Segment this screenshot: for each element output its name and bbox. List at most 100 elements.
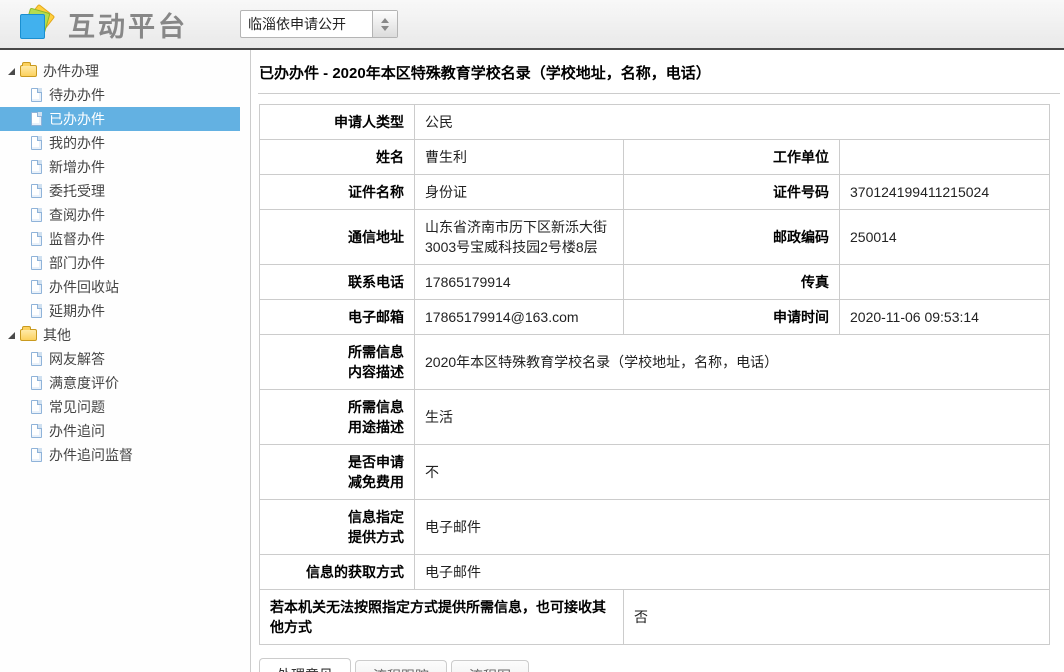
sidebar-item-label: 常见问题	[49, 397, 105, 417]
field-value: 不	[415, 445, 1050, 500]
table-row: 是否申请 减免费用 不	[260, 445, 1050, 500]
app-title: 互动平台	[68, 5, 188, 44]
tab-liuchengtu[interactable]: 流程图	[451, 660, 529, 672]
field-label: 申请时间	[624, 300, 840, 335]
table-row: 信息的获取方式 电子邮件	[260, 555, 1050, 590]
sidebar-item-label: 已办办件	[49, 109, 105, 129]
sidebar-item-label: 部门办件	[49, 253, 105, 273]
document-icon	[31, 280, 42, 294]
sidebar-item-label: 监督办件	[49, 229, 105, 249]
sidebar-item-changjian[interactable]: 常见问题	[0, 395, 240, 419]
folder-icon	[20, 65, 37, 77]
field-label: 所需信息 内容描述	[260, 335, 415, 390]
sidebar-item-label: 办件追问	[49, 421, 105, 441]
table-row: 若本机关无法按照指定方式提供所需信息，也可接收其他方式 否	[260, 590, 1050, 645]
sidebar-folder-qita[interactable]: 其他	[0, 323, 240, 347]
document-icon	[31, 184, 42, 198]
sidebar-item-label: 待办办件	[49, 85, 105, 105]
tree-expanded-arrow-icon[interactable]	[8, 332, 15, 339]
sidebar-item-label: 办件追问监督	[49, 445, 133, 465]
field-label: 所需信息 用途描述	[260, 390, 415, 445]
sidebar-item-daiban[interactable]: 待办办件	[0, 83, 240, 107]
folder-icon	[20, 329, 37, 341]
field-label: 信息指定 提供方式	[260, 500, 415, 555]
sidebar-folder-banjian-banli[interactable]: 办件办理	[0, 59, 240, 83]
document-icon	[31, 256, 42, 270]
document-icon	[31, 424, 42, 438]
field-value: 370124199411215024	[840, 175, 1050, 210]
sidebar-item-wode[interactable]: 我的办件	[0, 131, 240, 155]
tab-chuli-yijian[interactable]: 处理意见	[259, 658, 351, 672]
field-value: 2020年本区特殊教育学校名录（学校地址，名称，电话）	[415, 335, 1050, 390]
page-title: 已办办件 - 2020年本区特殊教育学校名录（学校地址，名称，电话）	[251, 50, 1064, 83]
sidebar-item-zhuiwen[interactable]: 办件追问	[0, 419, 240, 443]
document-icon	[31, 160, 42, 174]
sidebar-item-weituo[interactable]: 委托受理	[0, 179, 240, 203]
field-value: 公民	[415, 105, 1050, 140]
table-row: 所需信息 内容描述 2020年本区特殊教育学校名录（学校地址，名称，电话）	[260, 335, 1050, 390]
field-value: 生活	[415, 390, 1050, 445]
field-value: 山东省济南市历下区新泺大街3003号宝威科技园2号楼8层	[415, 210, 624, 265]
sidebar-item-label: 新增办件	[49, 157, 105, 177]
sidebar-folder-label: 办件办理	[43, 61, 99, 81]
chevron-up-icon	[381, 18, 389, 23]
sidebar-item-jiandu[interactable]: 监督办件	[0, 227, 240, 251]
sidebar-item-zhuiwen-jiandu[interactable]: 办件追问监督	[0, 443, 240, 467]
sidebar-item-xinzeng[interactable]: 新增办件	[0, 155, 240, 179]
field-label: 证件名称	[260, 175, 415, 210]
document-icon	[31, 112, 42, 126]
table-row: 所需信息 用途描述 生活	[260, 390, 1050, 445]
table-row: 信息指定 提供方式 电子邮件	[260, 500, 1050, 555]
sidebar-item-yanqi[interactable]: 延期办件	[0, 299, 240, 323]
sidebar-item-label: 延期办件	[49, 301, 105, 321]
sidebar-item-label: 满意度评价	[49, 373, 119, 393]
sidebar-item-wangyou[interactable]: 网友解答	[0, 347, 240, 371]
dropdown-spinner-icon[interactable]	[372, 11, 397, 37]
field-label: 工作单位	[624, 140, 840, 175]
logo-blue-square	[20, 14, 45, 39]
app-logo-icon	[18, 6, 56, 42]
chevron-down-icon	[381, 26, 389, 31]
sidebar-item-chayue[interactable]: 查阅办件	[0, 203, 240, 227]
field-label: 姓名	[260, 140, 415, 175]
field-value: 17865179914	[415, 265, 624, 300]
table-row: 通信地址 山东省济南市历下区新泺大街3003号宝威科技园2号楼8层 邮政编码 2…	[260, 210, 1050, 265]
field-value: 17865179914@163.com	[415, 300, 624, 335]
sidebar-item-bumen[interactable]: 部门办件	[0, 251, 240, 275]
tree-expanded-arrow-icon[interactable]	[8, 68, 15, 75]
table-row: 电子邮箱 17865179914@163.com 申请时间 2020-11-06…	[260, 300, 1050, 335]
document-icon	[31, 448, 42, 462]
app-header: 互动平台 临淄依申请公开	[0, 0, 1064, 50]
field-label: 若本机关无法按照指定方式提供所需信息，也可接收其他方式	[260, 590, 624, 645]
tab-liucheng-genzong[interactable]: 流程跟踪	[355, 660, 447, 672]
sidebar-item-label: 我的办件	[49, 133, 105, 153]
field-value: 电子邮件	[415, 500, 1050, 555]
field-label: 通信地址	[260, 210, 415, 265]
document-icon	[31, 136, 42, 150]
field-label: 邮政编码	[624, 210, 840, 265]
sidebar-item-huishouzhan[interactable]: 办件回收站	[0, 275, 240, 299]
sidebar-item-manyidu[interactable]: 满意度评价	[0, 371, 240, 395]
field-label: 电子邮箱	[260, 300, 415, 335]
document-icon	[31, 352, 42, 366]
document-icon	[31, 304, 42, 318]
sidebar-item-yiban[interactable]: 已办办件	[0, 107, 240, 131]
sidebar-tree: 办件办理 待办办件 已办办件 我的办件 新增办件 委托受理 查阅办件 监督办件	[0, 50, 251, 672]
field-label: 是否申请 减免费用	[260, 445, 415, 500]
field-label: 证件号码	[624, 175, 840, 210]
document-icon	[31, 400, 42, 414]
sidebar-item-label: 网友解答	[49, 349, 105, 369]
field-label: 联系电话	[260, 265, 415, 300]
field-label: 传真	[624, 265, 840, 300]
document-icon	[31, 88, 42, 102]
field-value: 否	[624, 590, 1050, 645]
field-label: 信息的获取方式	[260, 555, 415, 590]
sidebar-item-label: 办件回收站	[49, 277, 119, 297]
field-value: 电子邮件	[415, 555, 1050, 590]
field-value: 曹生利	[415, 140, 624, 175]
table-row: 联系电话 17865179914 传真	[260, 265, 1050, 300]
field-value: 2020-11-06 09:53:14	[840, 300, 1050, 335]
application-detail-table: 申请人类型 公民 姓名 曹生利 工作单位 证件名称 身份证 证件号码 37012…	[259, 104, 1050, 645]
site-select-dropdown[interactable]: 临淄依申请公开	[240, 10, 398, 38]
result-tabs: 处理意见 流程跟踪 流程图	[259, 658, 1064, 672]
